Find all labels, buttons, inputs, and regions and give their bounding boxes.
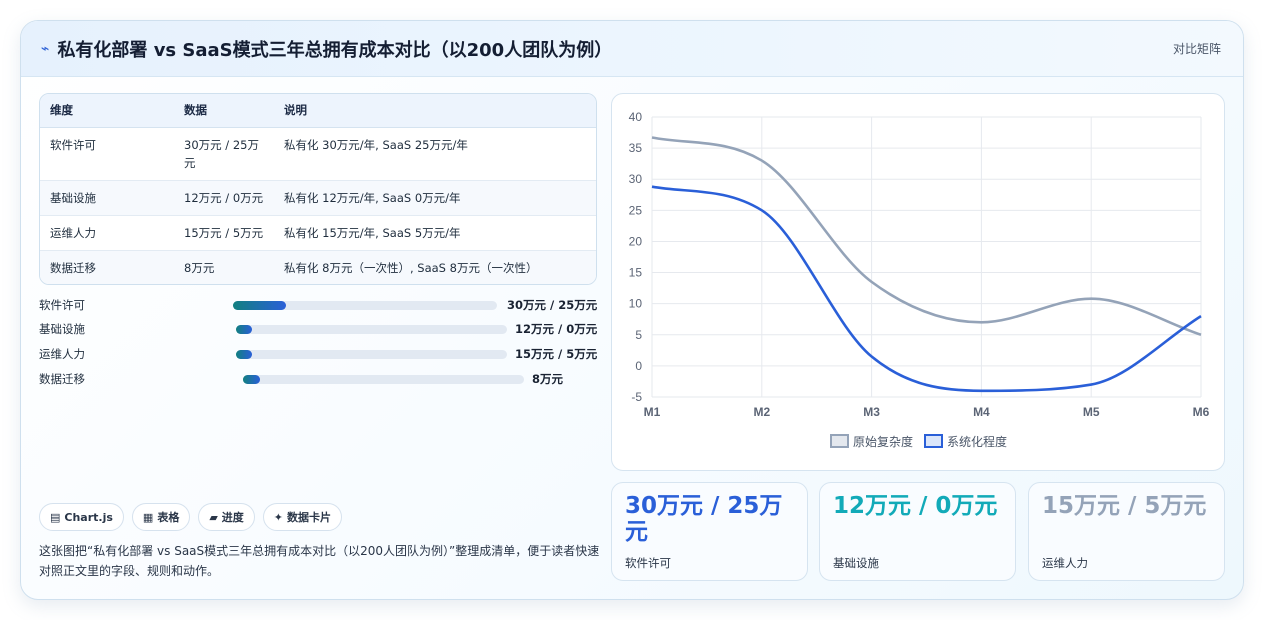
progress-value: 8万元 bbox=[532, 372, 564, 386]
chip-label: Chart.js bbox=[64, 510, 113, 524]
table-row: 运维人力 15万元 / 5万元 私有化 15万元/年, SaaS 5万元/年 bbox=[40, 215, 596, 251]
y-tick-label: 30 bbox=[629, 172, 643, 186]
stat-label: 基础设施 bbox=[833, 556, 879, 570]
chip-label: 进度 bbox=[221, 511, 244, 524]
y-tick-label: 25 bbox=[629, 203, 643, 217]
table-cell: 数据迁移 bbox=[40, 250, 174, 284]
series-line-0 bbox=[651, 136, 1202, 337]
y-tick-label: -5 bbox=[631, 390, 642, 404]
x-tick-label: M2 bbox=[753, 405, 770, 419]
table-cell: 运维人力 bbox=[40, 215, 174, 251]
progress-fill bbox=[243, 375, 260, 384]
x-tick-label: M6 bbox=[1193, 405, 1210, 419]
progress-row: 运维人力 15万元 / 5万元 bbox=[39, 346, 599, 362]
chip-chartjs[interactable]: ▤ Chart.js bbox=[39, 503, 124, 531]
chip-progress[interactable]: ▰ 进度 bbox=[198, 503, 255, 531]
progress-track bbox=[233, 301, 497, 310]
tag-chips: ▤ Chart.js ▦ 表格 ▰ 进度 ✦ 数据卡片 bbox=[39, 503, 343, 531]
progress-track bbox=[236, 325, 507, 334]
table-cell: 15万元 / 5万元 bbox=[174, 215, 274, 251]
table-header-cell: 说明 bbox=[274, 94, 596, 128]
chip-table[interactable]: ▦ 表格 bbox=[131, 503, 191, 531]
progress-label: 运维人力 bbox=[39, 347, 85, 361]
table-row: 基础设施 12万元 / 0万元 私有化 12万元/年, SaaS 0万元/年 bbox=[40, 180, 596, 216]
table-cell: 私有化 12万元/年, SaaS 0万元/年 bbox=[274, 180, 596, 216]
line-chart: -5 0 5 10 15 20 25 30 35 40 M1 M2 M3 M4 M5 M6 原始复杂度 系统化程度 bbox=[629, 110, 1210, 449]
progress-label: 基础设施 bbox=[39, 322, 85, 336]
y-tick-label: 0 bbox=[635, 359, 642, 373]
progress-row: 数据迁移 8万元 bbox=[39, 371, 599, 387]
sparkle-icon: ✦ bbox=[273, 510, 284, 524]
card-header: ⌁ 私有化部署 vs SaaS模式三年总拥有成本对比（以200人团队为例） 对比… bbox=[21, 21, 1243, 77]
stat-card: 15万元 / 5万元 运维人力 bbox=[1028, 482, 1225, 581]
comparison-table: 维度 数据 说明 软件许可 30万元 / 25万元 私有化 30万元/年, Sa… bbox=[39, 93, 597, 285]
x-tick-label: M3 bbox=[863, 405, 880, 419]
table-cell: 基础设施 bbox=[40, 180, 174, 216]
progress-row: 软件许可 30万元 / 25万元 bbox=[39, 297, 599, 313]
legend-label: 系统化程度 bbox=[947, 434, 1007, 449]
progress-label: 数据迁移 bbox=[39, 372, 85, 386]
series-line-1 bbox=[651, 185, 1202, 393]
x-tick-label: M1 bbox=[644, 405, 661, 419]
stat-value: 15万元 / 5万元 bbox=[1042, 493, 1207, 519]
legend-swatch bbox=[924, 434, 943, 448]
header-tag: 对比矩阵 bbox=[1172, 42, 1221, 56]
stat-value: 30万元 / 25万元 bbox=[625, 493, 783, 545]
chip-label: 表格 bbox=[157, 511, 180, 524]
legend-swatch bbox=[830, 434, 849, 448]
progress-value: 15万元 / 5万元 bbox=[515, 347, 598, 361]
progress-track bbox=[236, 350, 507, 359]
table-icon: ▦ bbox=[142, 510, 154, 524]
progress-fill bbox=[233, 301, 286, 310]
progress-track bbox=[243, 375, 524, 384]
chip-label: 数据卡片 bbox=[287, 511, 332, 524]
table-row: 软件许可 30万元 / 25万元 私有化 30万元/年, SaaS 25万元/年 bbox=[40, 127, 596, 181]
line-chart-panel: -5 0 5 10 15 20 25 30 35 40 M1 M2 M3 M4 M5 M6 原始复杂度 系统化程度 bbox=[611, 93, 1225, 471]
progress-icon: ▰ bbox=[209, 510, 218, 524]
table-cell: 私有化 8万元（一次性）, SaaS 8万元（一次性） bbox=[274, 250, 596, 284]
progress-fill bbox=[236, 350, 253, 359]
table-cell: 8万元 bbox=[174, 250, 274, 284]
chip-data-cards[interactable]: ✦ 数据卡片 bbox=[262, 503, 343, 531]
description: 这张图把“私有化部署 vs SaaS模式三年总拥有成本对比（以200人团队为例）… bbox=[39, 544, 600, 578]
progress-label: 软件许可 bbox=[39, 298, 85, 312]
table-cell: 私有化 30万元/年, SaaS 25万元/年 bbox=[274, 127, 596, 181]
y-tick-label: 35 bbox=[629, 141, 643, 155]
table-cell: 12万元 / 0万元 bbox=[174, 180, 274, 216]
progress-row: 基础设施 12万元 / 0万元 bbox=[39, 321, 599, 337]
comparison-card: ⌁ 私有化部署 vs SaaS模式三年总拥有成本对比（以200人团队为例） 对比… bbox=[20, 20, 1244, 600]
y-tick-label: 5 bbox=[635, 328, 642, 342]
y-tick-label: 15 bbox=[629, 266, 643, 280]
table-cell: 软件许可 bbox=[40, 127, 174, 181]
y-tick-label: 10 bbox=[629, 297, 643, 311]
page-title: 私有化部署 vs SaaS模式三年总拥有成本对比（以200人团队为例） bbox=[57, 39, 613, 61]
stat-value: 12万元 / 0万元 bbox=[833, 493, 998, 519]
table-header-cell: 维度 bbox=[40, 94, 174, 128]
table-cell: 私有化 15万元/年, SaaS 5万元/年 bbox=[274, 215, 596, 251]
x-tick-label: M5 bbox=[1083, 405, 1100, 419]
y-tick-label: 40 bbox=[629, 110, 643, 124]
stat-label: 运维人力 bbox=[1042, 556, 1088, 570]
table-header-row: 维度 数据 说明 bbox=[40, 94, 596, 128]
table-row: 数据迁移 8万元 私有化 8万元（一次性）, SaaS 8万元（一次性） bbox=[40, 250, 596, 284]
progress-value: 12万元 / 0万元 bbox=[515, 322, 598, 336]
progress-fill bbox=[236, 325, 253, 334]
y-tick-label: 20 bbox=[629, 234, 643, 248]
stat-label: 软件许可 bbox=[625, 556, 671, 570]
stat-card: 30万元 / 25万元 软件许可 bbox=[611, 482, 808, 581]
progress-value: 30万元 / 25万元 bbox=[507, 298, 598, 312]
chart-icon: ▤ bbox=[50, 510, 61, 524]
legend-label: 原始复杂度 bbox=[853, 434, 913, 449]
x-tick-label: M4 bbox=[973, 405, 990, 419]
table-cell: 30万元 / 25万元 bbox=[174, 127, 274, 181]
stat-card: 12万元 / 0万元 基础设施 bbox=[819, 482, 1016, 581]
trend-icon: ⌁ bbox=[41, 40, 50, 57]
table-header-cell: 数据 bbox=[174, 94, 274, 128]
